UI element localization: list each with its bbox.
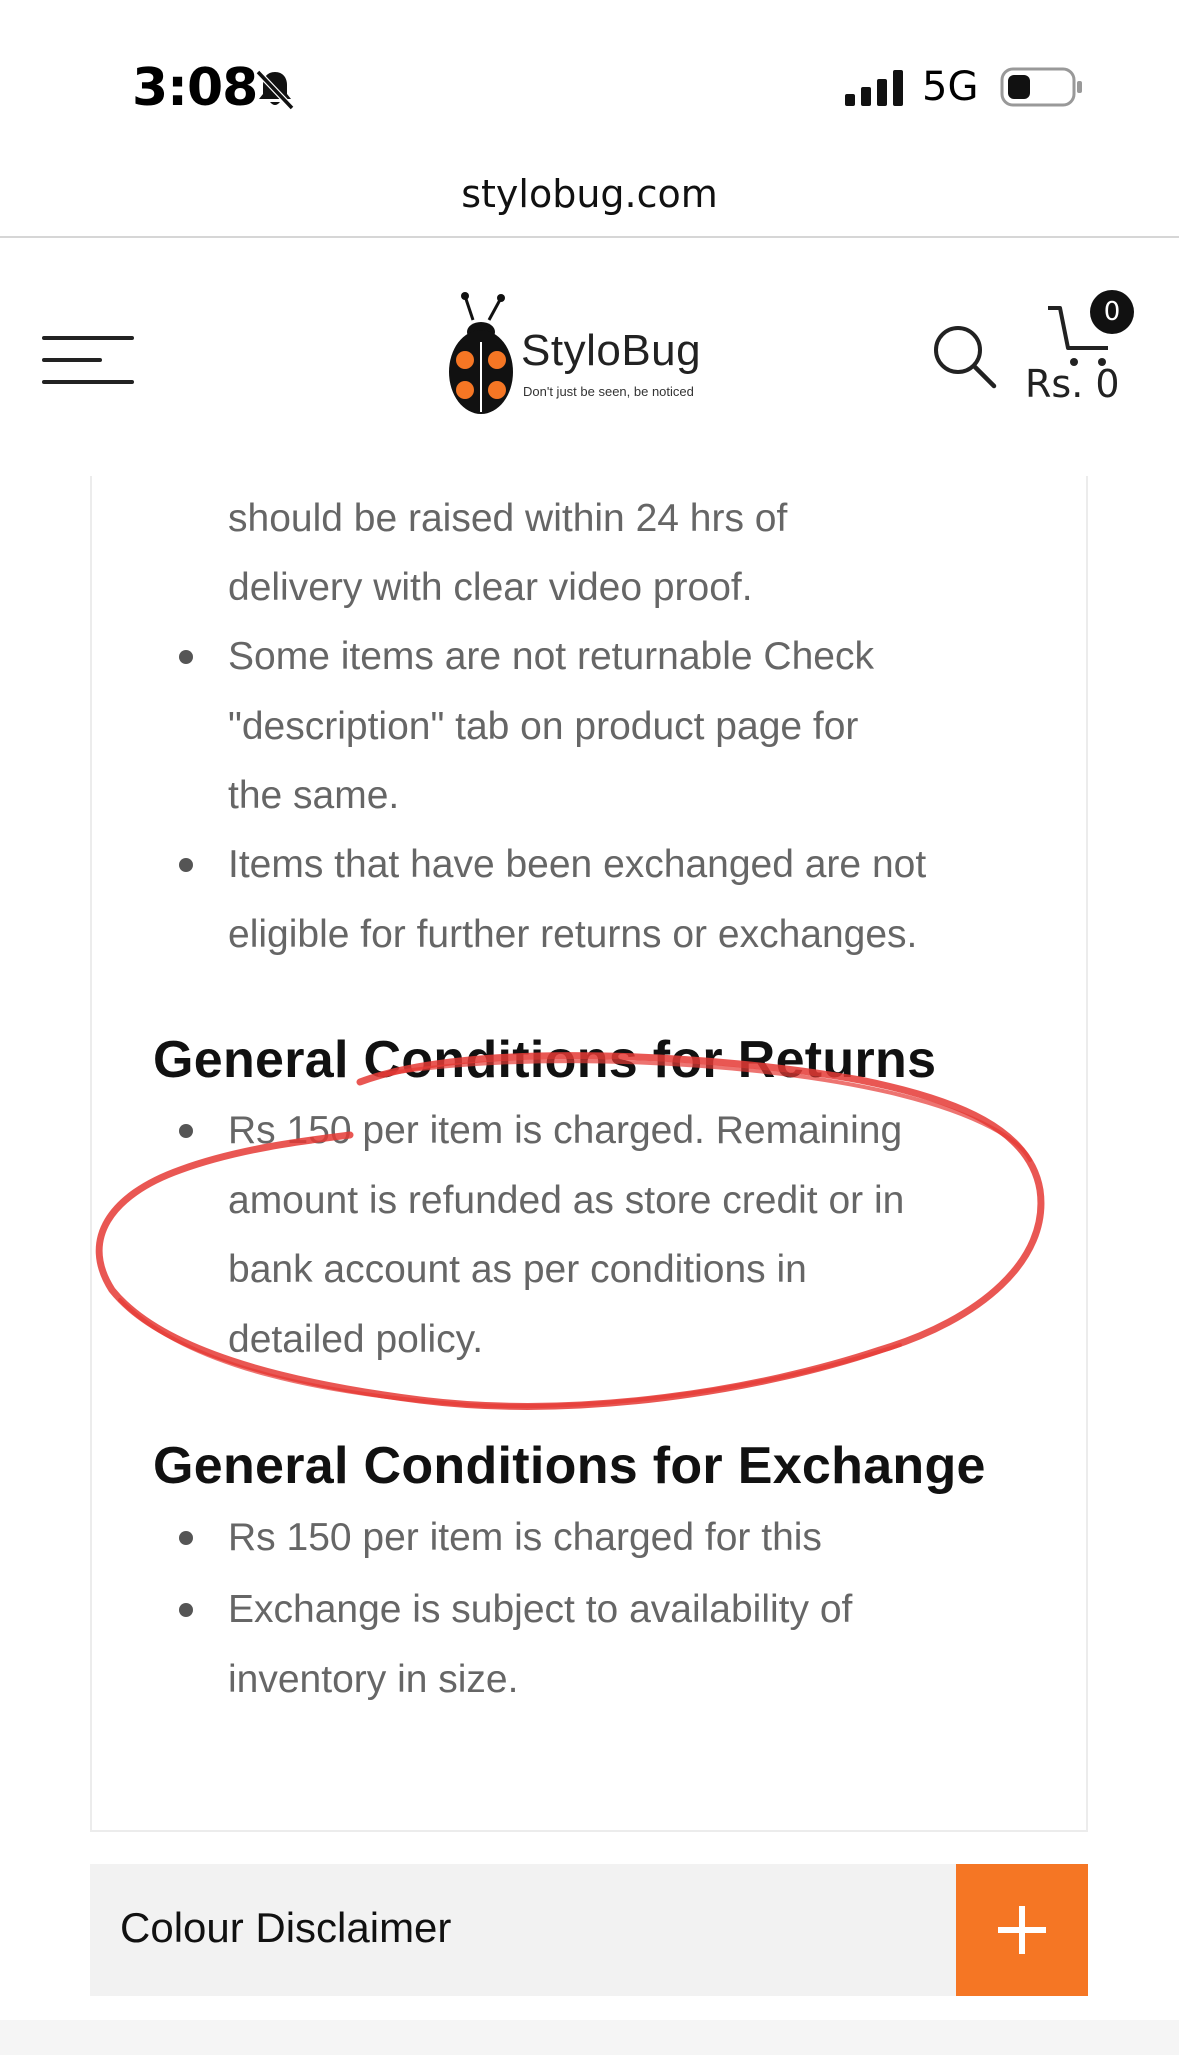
page-bottom xyxy=(0,2020,1179,2055)
accordion-label: Colour Disclaimer xyxy=(120,1904,452,1951)
site-header: StyloBug Don't just be seen, be noticed … xyxy=(0,240,1179,480)
list-item: amount is refunded as store credit or in xyxy=(228,1179,905,1222)
menu-button[interactable] xyxy=(42,330,137,390)
bullet-icon xyxy=(179,1603,193,1617)
url-text[interactable]: stylobug.com xyxy=(0,172,1179,216)
list-item: detailed policy. xyxy=(228,1318,484,1361)
ladybug-logo-icon xyxy=(449,292,513,414)
expand-button[interactable] xyxy=(956,1864,1088,1996)
list-item: Rs 150 per item is charged. Remaining xyxy=(228,1109,903,1152)
battery-icon xyxy=(1000,67,1082,107)
cart-button[interactable]: 0 Rs. 0 xyxy=(1020,290,1140,420)
bullet-icon xyxy=(179,858,193,872)
returns-heading: General Conditions for Returns xyxy=(153,1031,937,1089)
menu-icon xyxy=(42,336,134,340)
status-bar: 3:08 5G xyxy=(0,0,1179,150)
policy-text-line: delivery with clear video proof. xyxy=(228,566,753,609)
list-item: "description" tab on product page for xyxy=(228,705,859,748)
logo-wordmark: StyloBug xyxy=(521,326,702,375)
logo-tagline: Don't just be seen, be noticed xyxy=(523,384,694,399)
exchange-heading: General Conditions for Exchange xyxy=(153,1437,986,1495)
list-item: Rs 150 per item is charged for this xyxy=(228,1516,822,1559)
site-logo[interactable]: StyloBug Don't just be seen, be noticed xyxy=(445,290,735,420)
list-item: Items that have been exchanged are not xyxy=(228,843,927,886)
policy-text-line: should be raised within 24 hrs of xyxy=(228,497,788,540)
list-item: eligible for further returns or exchange… xyxy=(228,913,918,956)
bullet-icon xyxy=(179,650,193,664)
status-time: 3:08 xyxy=(132,58,258,118)
bell-slash-icon xyxy=(255,69,295,111)
cart-total: Rs. 0 xyxy=(1025,362,1120,406)
bullet-icon xyxy=(179,1531,193,1545)
colour-disclaimer-accordion[interactable]: Colour Disclaimer xyxy=(90,1864,1088,1996)
list-item: inventory in size. xyxy=(228,1658,519,1701)
search-icon xyxy=(934,326,997,389)
address-bar[interactable]: stylobug.com xyxy=(0,150,1179,238)
list-item: Some items are not returnable Check xyxy=(228,635,874,678)
cart-count-badge: 0 xyxy=(1090,290,1134,334)
list-item: Exchange is subject to availability of xyxy=(228,1588,853,1631)
network-type: 5G xyxy=(922,64,979,110)
list-item: bank account as per conditions in xyxy=(228,1248,807,1291)
list-item: the same. xyxy=(228,774,400,817)
bullet-icon xyxy=(179,1124,193,1138)
signal-icon xyxy=(845,70,903,106)
search-button[interactable] xyxy=(930,322,1000,392)
